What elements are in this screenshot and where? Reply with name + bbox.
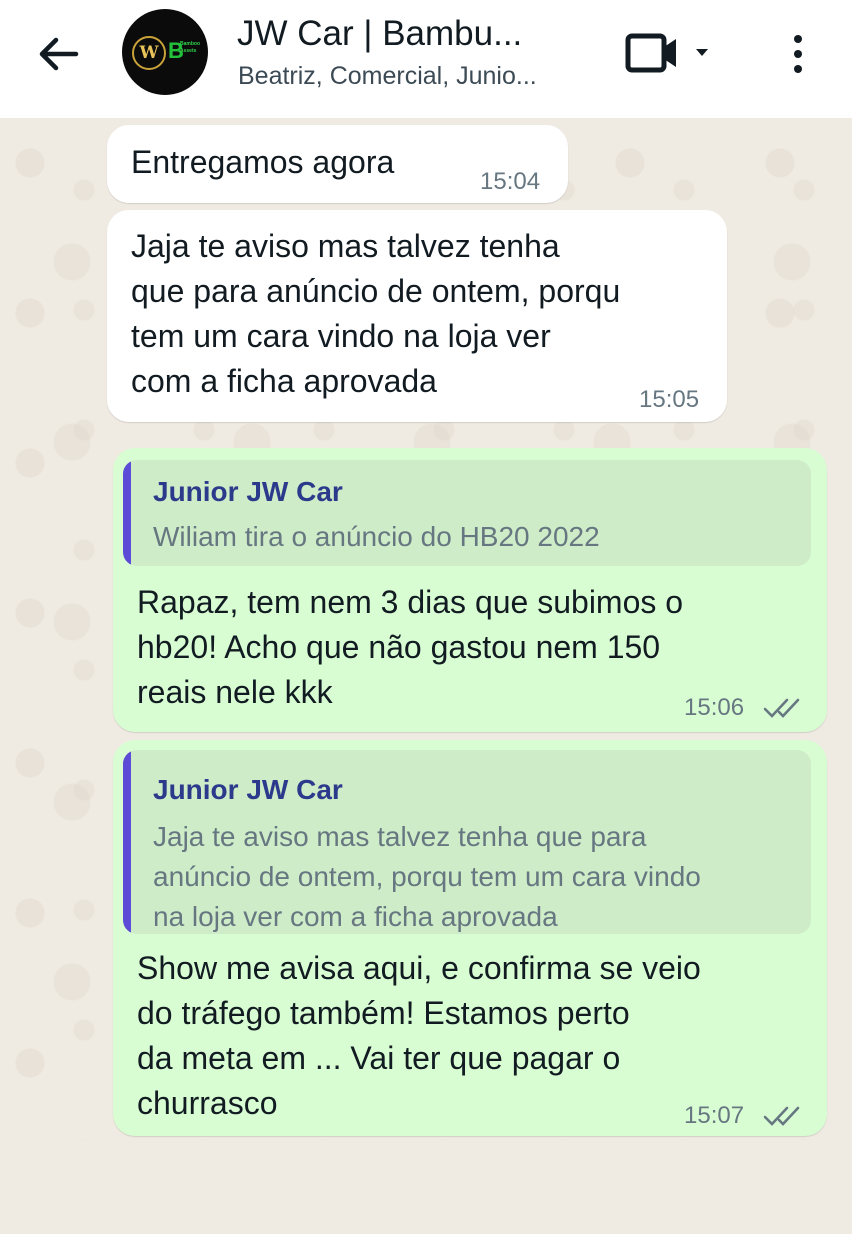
more-vert-icon[interactable]	[780, 30, 816, 78]
quote-bar	[123, 460, 131, 566]
avatar-logo-text: Bamboo Assets	[180, 41, 200, 54]
quote-text: Wiliam tira o anúncio do HB20 2022	[153, 521, 600, 552]
message-bubble-incoming[interactable]: Entregamos agora 15:04	[107, 125, 568, 203]
chat-title[interactable]: JW Car | Bambu...	[237, 14, 522, 54]
chevron-down-icon	[696, 49, 708, 56]
message-bubble-outgoing[interactable]: Junior JW Car Jaja te aviso mas talvez t…	[113, 740, 827, 1136]
chat-bottom-area	[0, 1140, 852, 1234]
message-time: 15:06	[684, 694, 745, 721]
group-avatar[interactable]: W B Bamboo Assets	[122, 9, 208, 95]
quoted-message[interactable]: Junior JW Car Wiliam tira o anúncio do H…	[123, 460, 811, 566]
message-text: Rapaz, tem nem 3 dias que subimos o hb20…	[137, 584, 684, 710]
message-time: 15:07	[684, 1102, 745, 1129]
quoted-message[interactable]: Junior JW Car Jaja te aviso mas talvez t…	[123, 750, 811, 934]
message-time: 15:04	[480, 168, 541, 195]
message-text: Jaja te aviso mas talvez tenha que para …	[131, 228, 621, 399]
quote-text: Jaja te aviso mas talvez tenha que para …	[153, 821, 701, 932]
chat-header: W B Bamboo Assets JW Car | Bambu... Beat…	[0, 0, 852, 118]
quote-bar	[123, 750, 131, 934]
double-check-icon	[763, 698, 800, 718]
quote-author: Junior JW Car	[153, 476, 343, 507]
quote-author: Junior JW Car	[153, 774, 343, 805]
arrow-left-icon[interactable]	[30, 30, 86, 78]
video-call-button[interactable]	[622, 30, 722, 80]
message-text: Show me avisa aqui, e confirma se veio d…	[137, 950, 701, 1121]
double-check-icon	[763, 1106, 800, 1126]
avatar-logo-w: W	[132, 36, 166, 70]
message-text: Entregamos agora	[131, 144, 395, 180]
chat-participants[interactable]: Beatriz, Comercial, Junio...	[238, 62, 537, 91]
message-bubble-outgoing[interactable]: Junior JW Car Wiliam tira o anúncio do H…	[113, 448, 827, 732]
message-time: 15:05	[639, 386, 700, 413]
message-bubble-incoming[interactable]: Jaja te aviso mas talvez tenha que para …	[107, 210, 727, 422]
video-call-icon	[625, 33, 708, 73]
